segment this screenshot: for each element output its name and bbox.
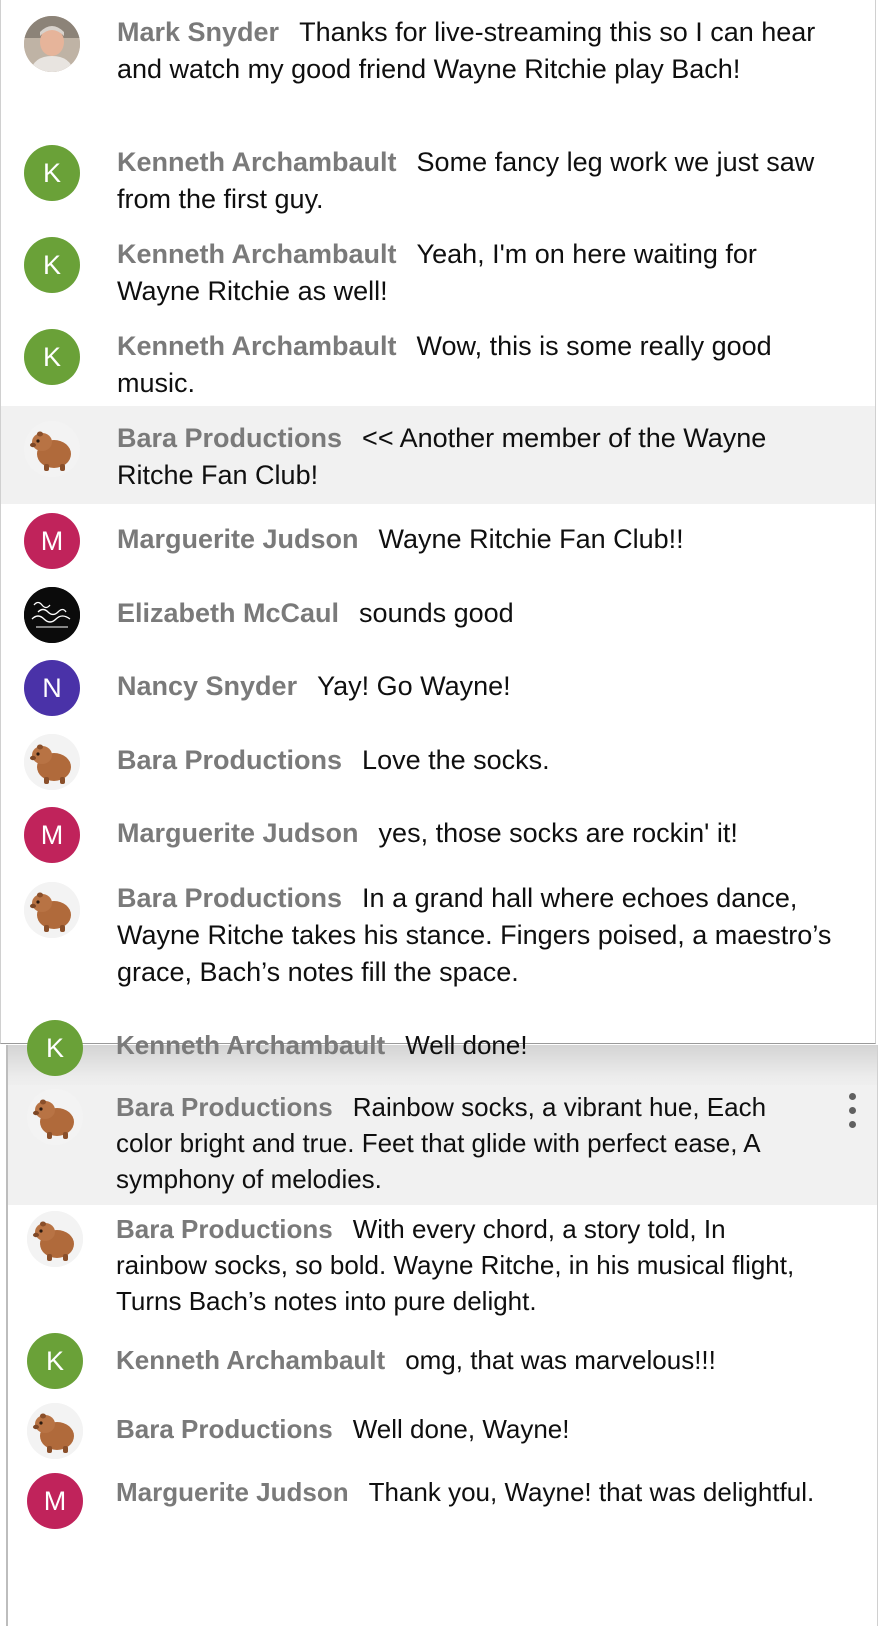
chat-message[interactable]: Bara Productions Well done, Wayne! (8, 1401, 877, 1465)
author-name[interactable]: Nancy Snyder (117, 671, 297, 701)
message-body: Bara Productions Love the socks. (117, 742, 837, 779)
author-name[interactable]: Kenneth Archambault (117, 147, 397, 177)
author-name[interactable]: Kenneth Archambault (117, 331, 397, 361)
author-name[interactable]: Bara Productions (116, 1092, 333, 1122)
message-text: sounds good (359, 598, 514, 628)
avatar: K (27, 1333, 83, 1389)
chat-message[interactable]: M Marguerite Judson Wayne Ritchie Fan Club… (1, 504, 875, 578)
avatar: K (24, 329, 80, 385)
message-text: Yay! Go Wayne! (317, 671, 511, 701)
message-body: Bara Productions Rainbow socks, a vibrant… (116, 1089, 816, 1197)
handwriting-logo (24, 587, 80, 643)
chat-message[interactable]: Bara Productions Love the socks. (1, 726, 875, 800)
message-text: Well done, Wayne! (352, 1414, 570, 1444)
avatar: K (24, 237, 80, 293)
chat-message[interactable]: Bara Productions << Another member of the… (1, 406, 875, 504)
avatar-letter: M (43, 1485, 67, 1516)
author-name[interactable]: Marguerite Judson (116, 1477, 349, 1507)
chat-message[interactable]: M Marguerite Judson yes, those socks are r… (1, 800, 875, 874)
avatar: M (24, 513, 80, 569)
message-text: Thank you, Wayne! that was delightful. (368, 1477, 815, 1507)
message-body: Kenneth Archambault Wow, this is some rea… (117, 328, 837, 402)
avatar-letter: N (42, 672, 62, 703)
chat-message[interactable]: K Kenneth Archambault Some fancy leg work … (1, 130, 875, 222)
message-body: Bara Productions Well done, Wayne! (116, 1411, 816, 1447)
message-body: Elizabeth McCaul sounds good (117, 595, 837, 632)
chat-message[interactable]: N Nancy Snyder Yay! Go Wayne! (1, 652, 875, 726)
message-text: omg, that was marvelous!!! (405, 1345, 716, 1375)
author-name[interactable]: Bara Productions (117, 423, 342, 453)
avatar: M (24, 807, 80, 863)
chat-message[interactable]: M Marguerite Judson Thank you, Wayne! that… (8, 1465, 877, 1565)
chat-message[interactable]: Elizabeth McCaul sounds good (1, 578, 875, 652)
chat-replay-panel: Mark Snyder Thanks for live-streaming thi… (0, 0, 876, 1044)
avatar-letter: M (40, 525, 64, 556)
avatar: K (24, 145, 80, 201)
avatar: N (24, 660, 80, 716)
live-chat-page: Mark Snyder Thanks for live-streaming thi… (0, 0, 878, 1626)
message-body: Marguerite Judson Thank you, Wayne! that … (116, 1474, 816, 1510)
capybara-icon (27, 1211, 83, 1267)
message-body: Kenneth Archambault Some fancy leg work w… (117, 144, 837, 218)
chat-message[interactable]: Bara Productions Rainbow socks, a vibrant… (8, 1085, 877, 1205)
avatar-letter: K (42, 341, 61, 372)
chat-message[interactable]: K Kenneth Archambault Wow, this is some re… (1, 314, 875, 406)
avatar-letter: K (45, 1032, 64, 1063)
chat-message[interactable]: K Kenneth Archambault Yeah, I'm on here wa… (1, 222, 875, 314)
message-text: yes, those socks are rockin' it! (378, 818, 738, 848)
avatar-letter: K (42, 249, 61, 280)
author-name[interactable]: Elizabeth McCaul (117, 598, 339, 628)
message-body: Kenneth Archambault omg, that was marvelo… (116, 1342, 816, 1378)
author-name[interactable]: Marguerite Judson (117, 818, 359, 848)
avatar-letter: K (42, 157, 61, 188)
message-body: Bara Productions In a grand hall where ec… (117, 880, 837, 991)
author-name[interactable]: Kenneth Archambault (116, 1345, 385, 1375)
message-body: Bara Productions With every chord, a stor… (116, 1211, 816, 1319)
author-name[interactable]: Mark Snyder (117, 17, 279, 47)
chat-message[interactable]: K Kenneth Archambault omg, that was marvel… (8, 1329, 877, 1401)
message-body: Nancy Snyder Yay! Go Wayne! (117, 668, 837, 705)
avatar: K (27, 1020, 83, 1076)
message-body: Kenneth Archambault Yeah, I'm on here wai… (117, 236, 837, 310)
live-chat-panel: K Kenneth Archambault Well done! Bara Produ… (6, 1020, 878, 1626)
capybara-icon (24, 734, 80, 790)
message-text: Love the socks. (362, 745, 550, 775)
more-vert-icon[interactable] (845, 1093, 859, 1129)
author-name[interactable]: Kenneth Archambault (116, 1030, 385, 1060)
capybara-icon (24, 421, 80, 477)
message-body: Bara Productions << Another member of the… (117, 420, 837, 494)
avatar: M (27, 1473, 83, 1529)
capybara-icon (27, 1403, 83, 1459)
author-name[interactable]: Bara Productions (116, 1414, 333, 1444)
chat-message[interactable]: K Kenneth Archambault Well done! (8, 1020, 877, 1085)
message-body: Mark Snyder Thanks for live-streaming thi… (117, 14, 837, 88)
author-name[interactable]: Kenneth Archambault (117, 239, 397, 269)
author-name[interactable]: Marguerite Judson (117, 524, 359, 554)
profile-photo (24, 16, 80, 72)
message-body: Kenneth Archambault Well done! (116, 1027, 816, 1063)
author-name[interactable]: Bara Productions (116, 1214, 333, 1244)
author-name[interactable]: Bara Productions (117, 883, 342, 913)
message-body: Marguerite Judson yes, those socks are ro… (117, 815, 837, 852)
chat-message[interactable]: Bara Productions With every chord, a stor… (8, 1205, 877, 1329)
capybara-icon (24, 882, 80, 938)
avatar-letter: K (45, 1345, 64, 1376)
chat-message[interactable]: Mark Snyder Thanks for live-streaming thi… (1, 0, 875, 130)
avatar-letter: M (40, 819, 64, 850)
message-text: Well done! (405, 1030, 528, 1060)
capybara-icon (27, 1089, 83, 1145)
message-body: Marguerite Judson Wayne Ritchie Fan Club!… (117, 521, 837, 558)
message-text: Wayne Ritchie Fan Club!! (378, 524, 684, 554)
chat-message[interactable]: Bara Productions In a grand hall where ec… (1, 874, 875, 1044)
author-name[interactable]: Bara Productions (117, 745, 342, 775)
